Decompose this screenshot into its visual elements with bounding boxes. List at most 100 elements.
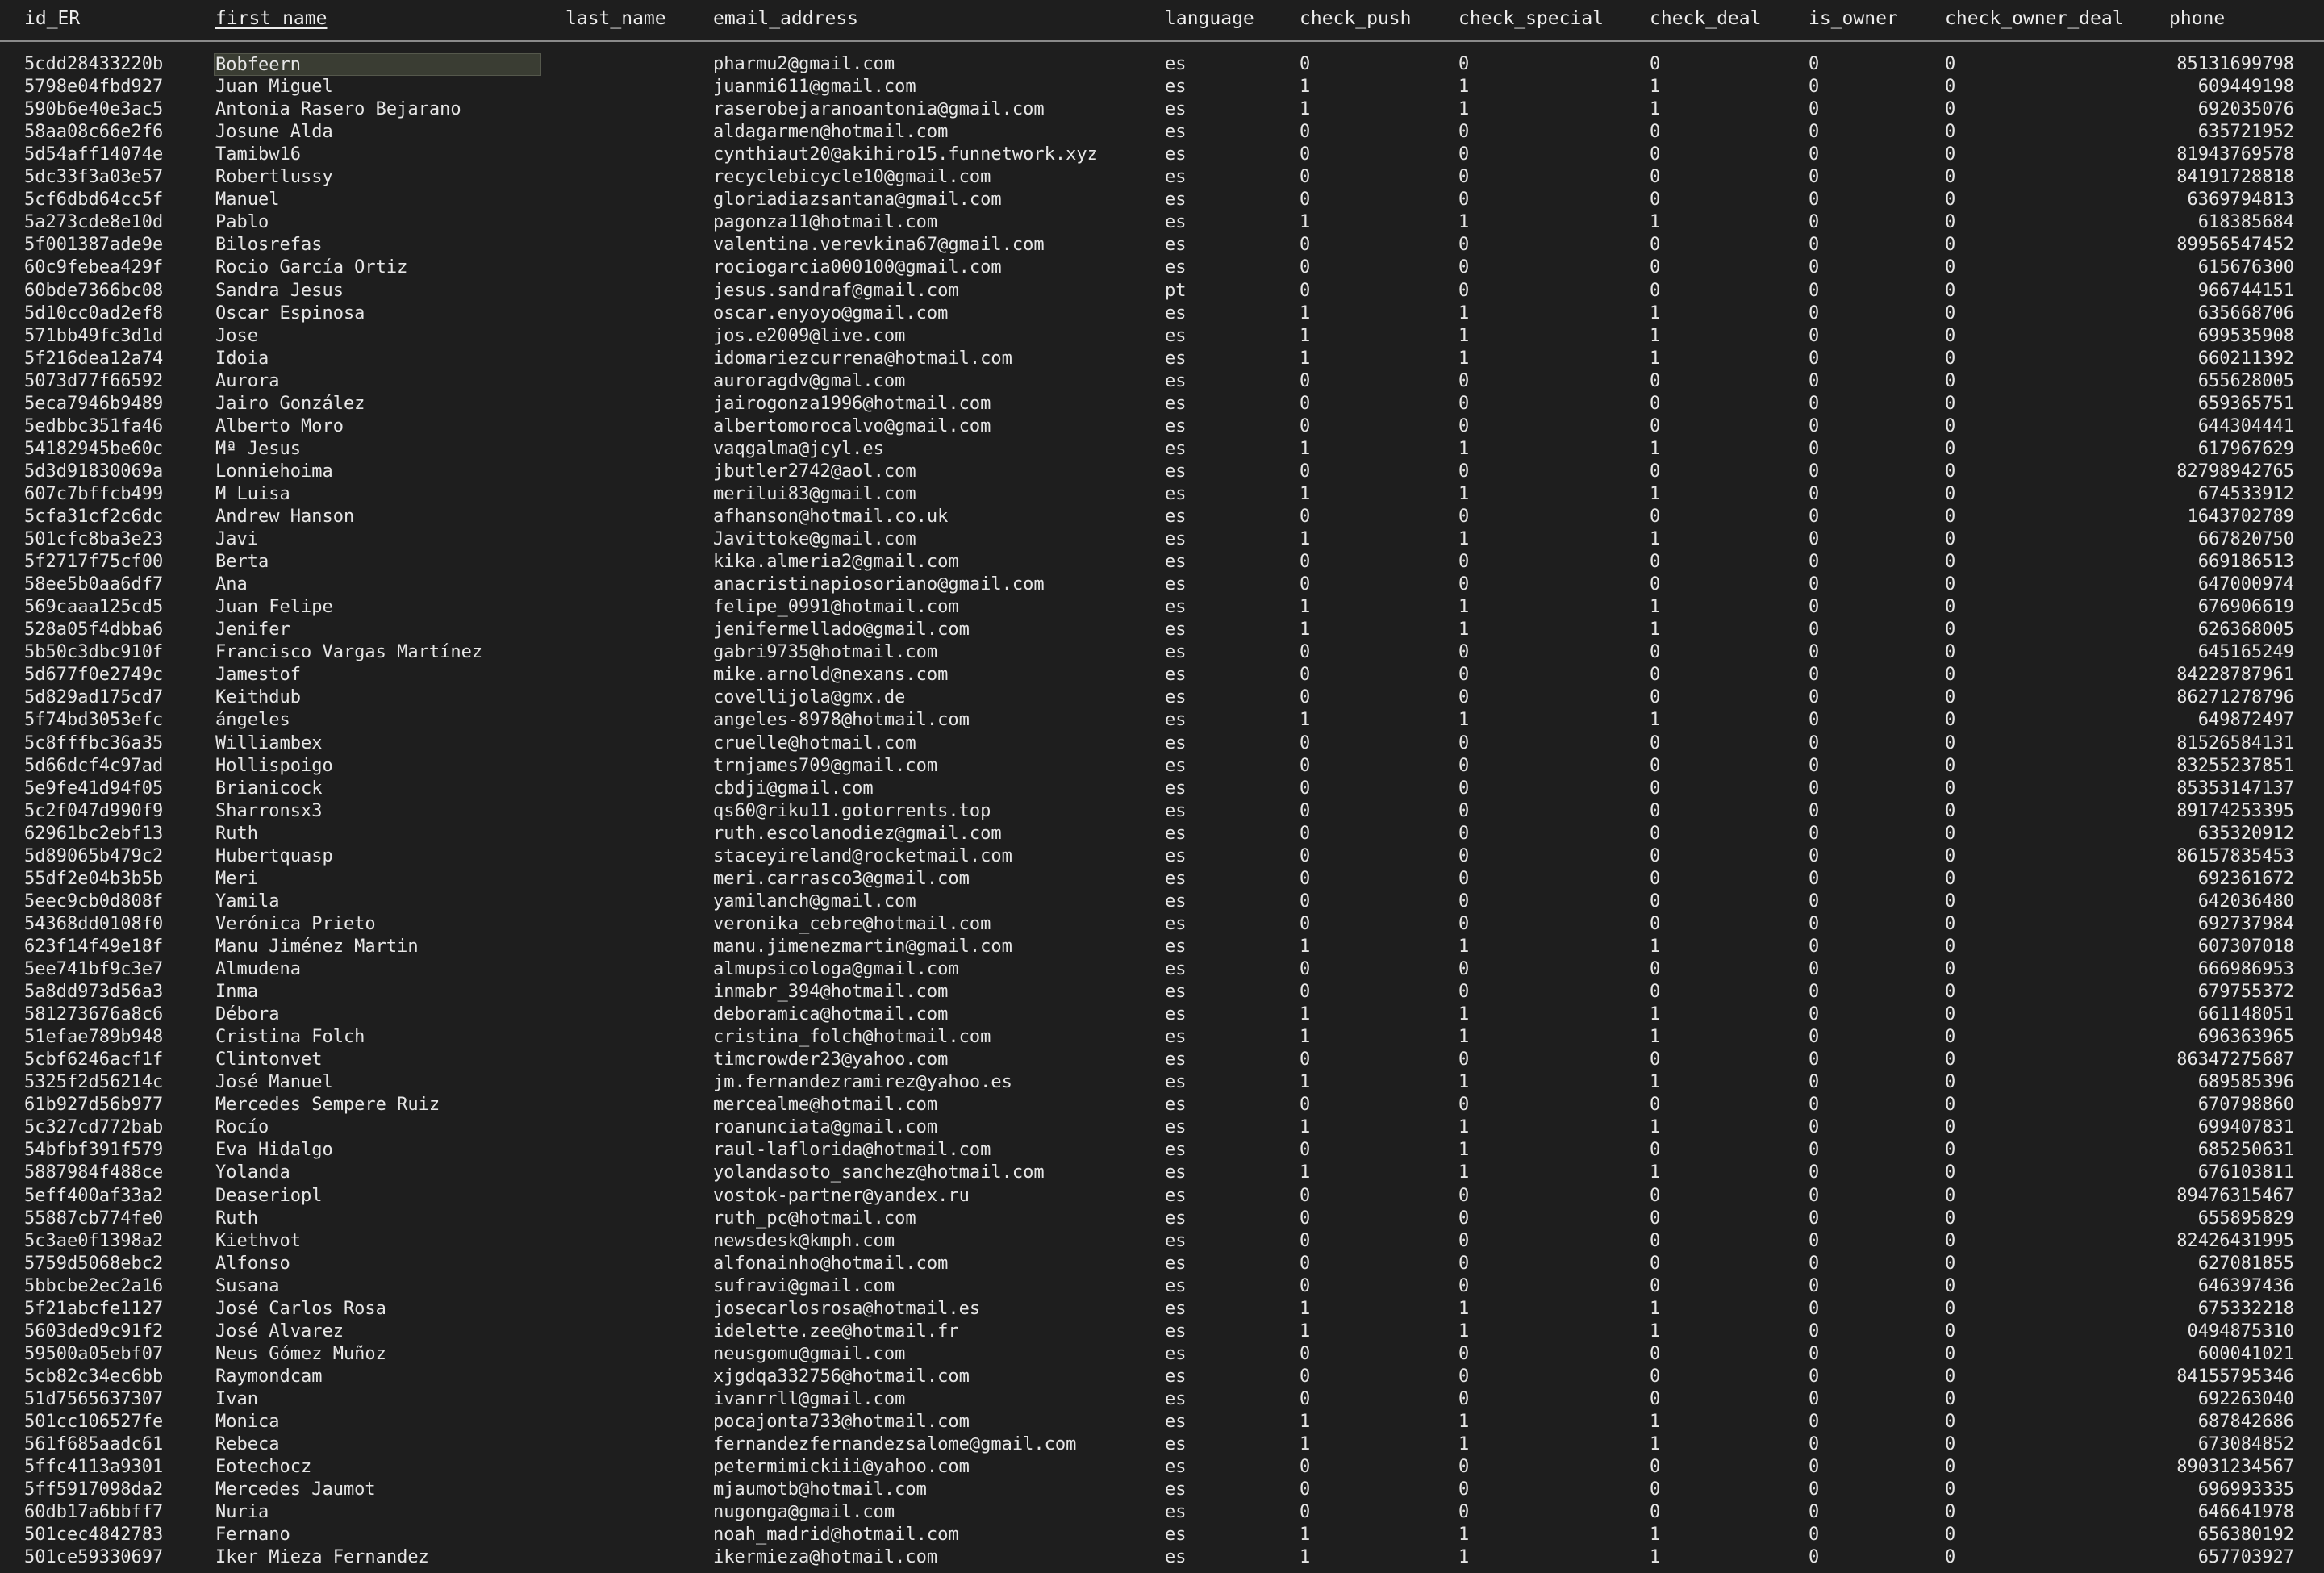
- cell-lang[interactable]: es: [1165, 596, 1286, 619]
- cell-email[interactable]: pagonza11@hotmail.com: [713, 211, 1157, 234]
- cell-first[interactable]: Neus Gómez Muñoz: [215, 1343, 543, 1366]
- cell-owner[interactable]: 0: [1809, 1479, 1938, 1501]
- cell-ownerdeal[interactable]: 0: [1945, 483, 2155, 506]
- cell-owner[interactable]: 0: [1809, 1366, 1938, 1388]
- cell-phone[interactable]: 81943769578: [2161, 144, 2294, 166]
- cell-deal[interactable]: 0: [1650, 981, 1795, 1003]
- cell-first[interactable]: Andrew Hanson: [215, 506, 543, 528]
- cell-push[interactable]: 0: [1300, 234, 1445, 257]
- cell-first[interactable]: Jairo González: [215, 393, 543, 415]
- cell-first[interactable]: Yolanda: [215, 1162, 543, 1184]
- cell-lang[interactable]: es: [1165, 1298, 1286, 1321]
- cell-owner[interactable]: 0: [1809, 1388, 1938, 1411]
- cell-phone[interactable]: 645165249: [2161, 641, 2294, 664]
- cell-last[interactable]: [565, 1479, 703, 1501]
- cell-phone[interactable]: 84228787961: [2161, 664, 2294, 686]
- cell-first[interactable]: Bobfeern: [214, 53, 541, 76]
- table-row[interactable]: 5f74bd3053efc ángeles angeles-8978@hotmail…: [0, 709, 2324, 732]
- cell-push[interactable]: 1: [1300, 211, 1445, 234]
- cell-lang[interactable]: es: [1165, 76, 1286, 98]
- cell-email[interactable]: valentina.verevkina67@gmail.com: [713, 234, 1157, 257]
- cell-owner[interactable]: 0: [1809, 1433, 1938, 1456]
- cell-id[interactable]: 60db17a6bbff7: [24, 1501, 210, 1524]
- cell-phone[interactable]: 626368005: [2161, 619, 2294, 641]
- cell-last[interactable]: [565, 551, 703, 574]
- cell-ownerdeal[interactable]: 0: [1945, 1071, 2155, 1094]
- cell-phone[interactable]: 667820750: [2161, 528, 2294, 551]
- cell-lang[interactable]: es: [1165, 845, 1286, 868]
- cell-last[interactable]: [565, 144, 703, 166]
- table-row[interactable]: 5f216dea12a74 Idoia idomariezcurrena@hotma…: [0, 348, 2324, 370]
- cell-push[interactable]: 0: [1300, 800, 1445, 823]
- cell-last[interactable]: [565, 166, 703, 189]
- cell-first[interactable]: Manuel: [215, 189, 543, 211]
- cell-ownerdeal[interactable]: 0: [1945, 981, 2155, 1003]
- cell-last[interactable]: [565, 958, 703, 981]
- cell-id[interactable]: 5cdd28433220b: [24, 53, 210, 76]
- table-row[interactable]: 501cec4842783 Fernano noah_madrid@hotmail.…: [0, 1524, 2324, 1546]
- cell-phone[interactable]: 699535908: [2161, 325, 2294, 348]
- cell-push[interactable]: 0: [1300, 823, 1445, 845]
- table-row[interactable]: 59500a05ebf07 Neus Gómez Muñoz neusgomu@gm…: [0, 1343, 2324, 1366]
- cell-owner[interactable]: 0: [1809, 732, 1938, 755]
- cell-push[interactable]: 0: [1300, 1139, 1445, 1162]
- cell-push[interactable]: 1: [1300, 1026, 1445, 1049]
- cell-ownerdeal[interactable]: 0: [1945, 1321, 2155, 1343]
- cell-ownerdeal[interactable]: 0: [1945, 709, 2155, 732]
- cell-push[interactable]: 0: [1300, 1049, 1445, 1071]
- cell-phone[interactable]: 635721952: [2161, 121, 2294, 144]
- cell-owner[interactable]: 0: [1809, 53, 1938, 76]
- cell-deal[interactable]: 1: [1650, 76, 1795, 98]
- cell-push[interactable]: 1: [1300, 1162, 1445, 1184]
- table-row[interactable]: 51efae789b948 Cristina Folch cristina_folc…: [0, 1026, 2324, 1049]
- cell-ownerdeal[interactable]: 0: [1945, 1094, 2155, 1116]
- cell-special[interactable]: 1: [1458, 709, 1636, 732]
- table-row[interactable]: 581273676a8c6 Débora deboramica@hotmail.co…: [0, 1003, 2324, 1026]
- cell-special[interactable]: 0: [1458, 1343, 1636, 1366]
- cell-lang[interactable]: es: [1165, 913, 1286, 936]
- cell-first[interactable]: Sandra Jesus: [215, 280, 543, 302]
- cell-special[interactable]: 0: [1458, 393, 1636, 415]
- cell-first[interactable]: Keithdub: [215, 686, 543, 709]
- cell-email[interactable]: anacristinapiosoriano@gmail.com: [713, 574, 1157, 596]
- cell-id[interactable]: 501cc106527fe: [24, 1411, 210, 1433]
- cell-email[interactable]: pocajonta733@hotmail.com: [713, 1411, 1157, 1433]
- column-header-special[interactable]: check_special: [1458, 7, 1604, 30]
- cell-id[interactable]: 60c9febea429f: [24, 257, 210, 279]
- cell-deal[interactable]: 0: [1650, 845, 1795, 868]
- cell-email[interactable]: juanmi611@gmail.com: [713, 76, 1157, 98]
- cell-id[interactable]: 5603ded9c91f2: [24, 1321, 210, 1343]
- cell-owner[interactable]: 0: [1809, 936, 1938, 958]
- cell-lang[interactable]: es: [1165, 574, 1286, 596]
- cell-deal[interactable]: 0: [1650, 257, 1795, 279]
- cell-id[interactable]: 5eec9cb0d808f: [24, 891, 210, 913]
- cell-push[interactable]: 1: [1300, 528, 1445, 551]
- cell-id[interactable]: 5bbcbe2ec2a16: [24, 1275, 210, 1298]
- cell-lang[interactable]: es: [1165, 732, 1286, 755]
- cell-email[interactable]: veronika_cebre@hotmail.com: [713, 913, 1157, 936]
- table-row[interactable]: 54bfbf391f579 Eva Hidalgo raul-laflorida@h…: [0, 1139, 2324, 1162]
- cell-ownerdeal[interactable]: 0: [1945, 823, 2155, 845]
- cell-owner[interactable]: 0: [1809, 551, 1938, 574]
- table-row[interactable]: 5eec9cb0d808f Yamila yamilanch@gmail.com es…: [0, 891, 2324, 913]
- cell-lang[interactable]: es: [1165, 461, 1286, 483]
- column-header-email[interactable]: email_address: [713, 7, 858, 30]
- cell-special[interactable]: 0: [1458, 166, 1636, 189]
- cell-id[interactable]: 55df2e04b3b5b: [24, 868, 210, 891]
- cell-owner[interactable]: 0: [1809, 1230, 1938, 1253]
- cell-ownerdeal[interactable]: 0: [1945, 1366, 2155, 1388]
- cell-ownerdeal[interactable]: 0: [1945, 302, 2155, 325]
- cell-special[interactable]: 0: [1458, 1208, 1636, 1230]
- cell-ownerdeal[interactable]: 0: [1945, 506, 2155, 528]
- cell-deal[interactable]: 0: [1650, 891, 1795, 913]
- cell-last[interactable]: [565, 1049, 703, 1071]
- cell-phone[interactable]: 674533912: [2161, 483, 2294, 506]
- table-row[interactable]: 51d7565637307 Ivan ivanrrll@gmail.com es 0 0 0…: [0, 1388, 2324, 1411]
- cell-owner[interactable]: 0: [1809, 1003, 1938, 1026]
- cell-id[interactable]: 5f216dea12a74: [24, 348, 210, 370]
- cell-deal[interactable]: 1: [1650, 211, 1795, 234]
- cell-phone[interactable]: 615676300: [2161, 257, 2294, 279]
- cell-phone[interactable]: 649872497: [2161, 709, 2294, 732]
- cell-email[interactable]: ivanrrll@gmail.com: [713, 1388, 1157, 1411]
- column-header-ownerdeal[interactable]: check_owner_deal: [1945, 7, 2124, 30]
